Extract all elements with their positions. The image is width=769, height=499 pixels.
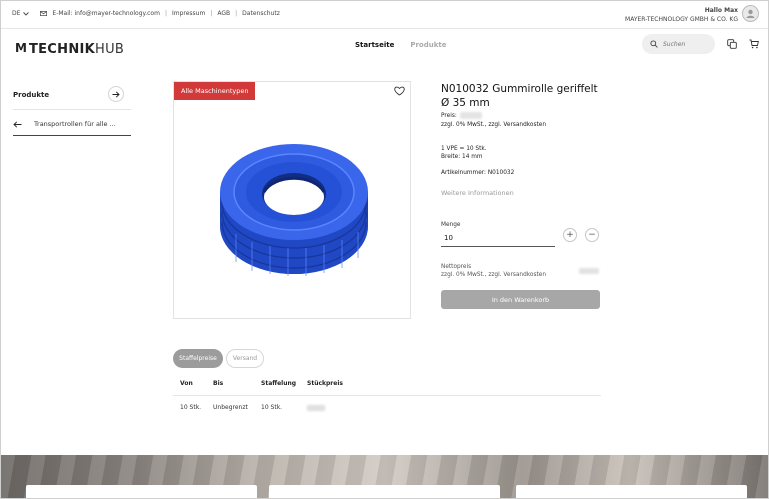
nav-startseite[interactable]: Startseite: [355, 41, 394, 49]
net-price-block: Nettopreis zzgl. 0% MwSt., zzgl. Versand…: [441, 263, 546, 279]
language-selector[interactable]: DE: [12, 10, 30, 17]
column-header-staffelung: Staffelung: [261, 380, 297, 387]
product-image: [220, 144, 368, 276]
cart-icon[interactable]: [749, 39, 759, 49]
chevron-down-icon: [23, 11, 30, 16]
logo-mark: M: [15, 40, 27, 55]
more-info-link[interactable]: Weitere Informationen: [441, 189, 514, 197]
language-label: DE: [12, 10, 21, 17]
search-icon: [650, 40, 658, 48]
table-cell-bis: Unbegrenzt: [213, 404, 248, 411]
vpe-info: 1 VPE = 10 Stk.: [441, 146, 487, 152]
net-price-label: Nettopreis: [441, 264, 472, 270]
price-label: Preis:: [441, 113, 457, 119]
impressum-link[interactable]: Impressum: [172, 10, 205, 17]
table-divider: [173, 395, 601, 396]
table-cell-staffelung: 10 Stk.: [261, 404, 283, 411]
logo-word-hub: HUB: [95, 42, 125, 57]
quantity-decrease-button[interactable]: −: [585, 228, 599, 242]
sidebar-forward-button[interactable]: [108, 86, 124, 102]
net-price-value-blurred: [579, 268, 599, 274]
column-header-stueckpreis: Stückpreis: [307, 380, 343, 387]
quantity-increase-button[interactable]: +: [563, 228, 577, 242]
article-number: Artikelnummer: N010032: [441, 170, 515, 176]
company-name: MAYER-TECHNOLOGY GMBH & CO. KG: [625, 16, 738, 23]
add-to-cart-button[interactable]: In den Warenkorb: [441, 290, 600, 309]
footer-card[interactable]: [516, 485, 747, 498]
search-input[interactable]: [663, 40, 708, 48]
table-cell-price-blurred: [307, 405, 325, 411]
category-badge[interactable]: Alle Maschinentypen: [174, 82, 256, 100]
tab-versand[interactable]: Versand: [226, 349, 264, 368]
agb-link[interactable]: AGB: [217, 10, 230, 17]
product-image-card: Alle Maschinentypen: [173, 81, 411, 319]
footer-card[interactable]: [269, 485, 500, 498]
table-cell-von: 10 Stk.: [180, 404, 202, 411]
browser-page: DE E-Mail: info@mayer-technology.com | I…: [0, 0, 769, 499]
avatar[interactable]: [742, 5, 759, 22]
top-bar: DE E-Mail: info@mayer-technology.com | I…: [1, 1, 768, 29]
separator: |: [164, 10, 167, 17]
arrow-left-icon: [13, 120, 22, 128]
net-tax-note: zzgl. 0% MwSt., zzgl. Versandkosten: [441, 272, 547, 278]
separator: |: [210, 10, 213, 17]
footer-banner-image: [1, 455, 768, 498]
tab-staffelpreise[interactable]: Staffelpreise: [173, 349, 223, 368]
account-info[interactable]: Hallo Max MAYER-TECHNOLOGY GMBH & CO. KG: [625, 6, 738, 24]
column-header-von: Von: [180, 380, 193, 387]
divider: [13, 135, 131, 136]
main-nav: Startseite Produkte: [355, 41, 446, 49]
greeting: Hallo Max: [704, 7, 738, 14]
column-header-bis: Bis: [213, 380, 224, 387]
search-box[interactable]: [642, 34, 715, 54]
divider: [13, 109, 131, 110]
price-value-blurred: [459, 112, 482, 119]
width-info: Breite: 14 mm: [441, 154, 483, 160]
sidebar-item-label: Transportrollen für alle ...: [34, 120, 116, 128]
datenschutz-link[interactable]: Datenschutz: [242, 10, 280, 17]
product-title: N010032 Gummirolle geriffelt Ø 35 mm: [441, 83, 598, 109]
tax-note: zzgl. 0% MwSt., zzgl. Versandkosten: [441, 122, 547, 128]
price-line: Preis:: [441, 112, 482, 120]
logo-wordmark: TECHNIKHUB: [29, 38, 124, 57]
arrow-right-icon: [112, 90, 120, 98]
logo[interactable]: M TECHNIKHUB: [15, 38, 124, 58]
heart-icon[interactable]: [394, 86, 405, 96]
mail-icon: [40, 11, 48, 16]
logo-word-technik: TECHNIK: [28, 42, 96, 57]
sidebar-title: Produkte: [13, 91, 50, 99]
footer-card[interactable]: [26, 485, 257, 498]
compare-icon[interactable]: [727, 39, 737, 49]
separator: |: [235, 10, 238, 17]
main-header: M TECHNIKHUB Startseite Produkte: [1, 29, 768, 63]
user-icon: [746, 9, 755, 18]
quantity-input[interactable]: 10: [441, 232, 555, 247]
sidebar-item-transportrollen[interactable]: Transportrollen für alle ...: [13, 114, 131, 134]
nav-produkte[interactable]: Produkte: [410, 41, 446, 49]
quantity-label: Menge: [441, 222, 461, 228]
email-link[interactable]: E-Mail: info@mayer-technology.com: [52, 10, 160, 17]
top-bar-left: DE E-Mail: info@mayer-technology.com | I…: [12, 10, 280, 17]
